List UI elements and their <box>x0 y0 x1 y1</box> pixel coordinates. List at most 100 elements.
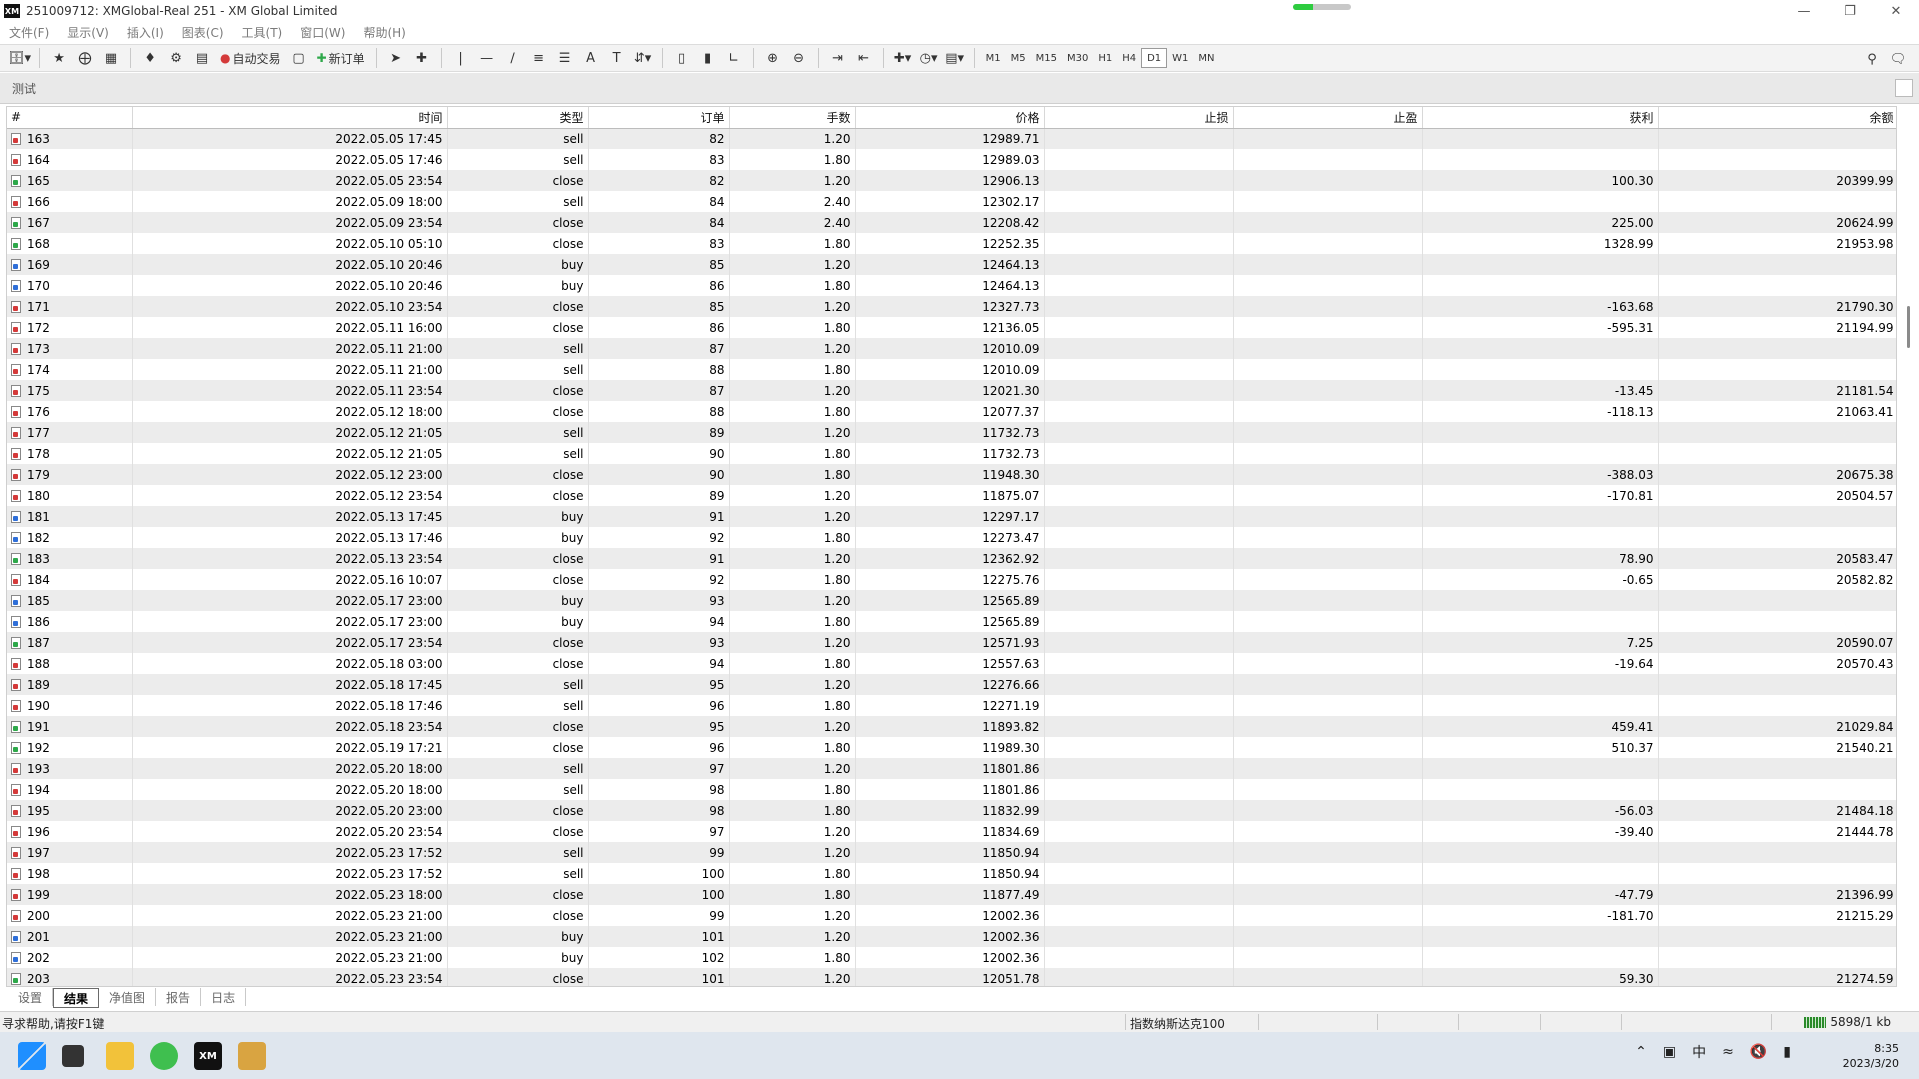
table-row[interactable]: 178 2022.05.12 21:05 sell 90 1.80 11732.73 <box>7 443 1896 464</box>
auto-trading-button[interactable]: ● 自动交易 <box>217 47 284 69</box>
new-order-button[interactable]: ✚ 新订单 <box>314 47 368 69</box>
table-row[interactable]: 203 2022.05.23 23:54 close 101 1.20 12051.78 5… <box>7 968 1896 986</box>
tab-results[interactable]: 结果 <box>53 988 100 1008</box>
strategy-tester-icon[interactable]: ⚙ <box>165 47 187 69</box>
chart-shift-icon[interactable]: ⇤ <box>853 47 875 69</box>
tab-report[interactable]: 报告 <box>156 988 202 1006</box>
vertical-scrollbar[interactable] <box>1907 306 1910 348</box>
bar-chart-icon[interactable]: ▯ <box>671 47 693 69</box>
menu-help[interactable]: 帮助(H) <box>354 24 414 41</box>
table-row[interactable]: 168 2022.05.10 05:10 close 83 1.80 12252.35 13… <box>7 233 1896 254</box>
table-row[interactable]: 183 2022.05.13 23:54 close 91 1.20 12362.92 78… <box>7 548 1896 569</box>
table-row[interactable]: 171 2022.05.10 23:54 close 85 1.20 12327.73 -1… <box>7 296 1896 317</box>
volume-mute-icon[interactable]: 🔇 <box>1750 1044 1767 1060</box>
column-header-price[interactable]: 价格 <box>855 107 1045 129</box>
zoom-in-icon[interactable]: ⊕ <box>762 47 784 69</box>
indicators-icon[interactable]: ✚▾ <box>892 47 914 69</box>
app-icon[interactable] <box>238 1042 266 1070</box>
metaeditor-icon[interactable]: ♦ <box>139 47 161 69</box>
restore-button[interactable]: ❐ <box>1827 0 1873 22</box>
crosshair-nav-icon[interactable]: ⨁ <box>74 47 96 69</box>
table-row[interactable]: 179 2022.05.12 23:00 close 90 1.80 11948.30 -3… <box>7 464 1896 485</box>
table-row[interactable]: 187 2022.05.17 23:54 close 93 1.20 12571.93 7.… <box>7 632 1896 653</box>
clock[interactable]: 8:35 2023/3/20 <box>1843 1041 1899 1071</box>
task-view-icon[interactable] <box>62 1045 84 1067</box>
table-row[interactable]: 197 2022.05.23 17:52 sell 99 1.20 11850.94 <box>7 842 1896 863</box>
table-row[interactable]: 201 2022.05.23 21:00 buy 101 1.20 12002.36 <box>7 926 1896 947</box>
table-row[interactable]: 195 2022.05.20 23:00 close 98 1.80 11832.99 -5… <box>7 800 1896 821</box>
table-row[interactable]: 169 2022.05.10 20:46 buy 85 1.20 12464.13 <box>7 254 1896 275</box>
table-row[interactable]: 200 2022.05.23 21:00 close 99 1.20 12002.36 -1… <box>7 905 1896 926</box>
chat-icon[interactable]: 🗨 <box>1887 48 1909 70</box>
xm-terminal-icon[interactable]: XM <box>194 1042 222 1070</box>
search-icon[interactable]: ⚲ <box>1861 48 1883 70</box>
text-tool-icon[interactable]: A <box>580 47 602 69</box>
table-row[interactable]: 175 2022.05.11 23:54 close 87 1.20 12021.30 -1… <box>7 380 1896 401</box>
chevron-up-icon[interactable]: ⌃ <box>1635 1044 1647 1060</box>
table-row[interactable]: 185 2022.05.17 23:00 buy 93 1.20 12565.89 <box>7 590 1896 611</box>
crosshair-icon[interactable]: ✚ <box>411 47 433 69</box>
signals-icon[interactable]: ▤ <box>191 47 213 69</box>
timeframe-h4[interactable]: H4 <box>1117 49 1141 67</box>
table-row[interactable]: 189 2022.05.18 17:45 sell 95 1.20 12276.66 <box>7 674 1896 695</box>
security-icon[interactable]: ▣ <box>1663 1044 1676 1060</box>
file-explorer-icon[interactable] <box>106 1042 134 1070</box>
trendline-icon[interactable]: ∕ <box>502 47 524 69</box>
column-header-order[interactable]: 订单 <box>588 107 730 129</box>
market-watch-icon[interactable]: ▢ <box>288 47 310 69</box>
periods-icon[interactable]: ◷▾ <box>918 47 940 69</box>
table-row[interactable]: 165 2022.05.05 23:54 close 82 1.20 12906.13 10… <box>7 170 1896 191</box>
table-row[interactable]: 182 2022.05.13 17:46 buy 92 1.80 12273.47 <box>7 527 1896 548</box>
tab-settings[interactable]: 设置 <box>8 988 54 1006</box>
menu-file[interactable]: 文件(F) <box>0 24 58 41</box>
windows-start-icon[interactable] <box>18 1042 46 1070</box>
wifi-icon[interactable]: ≈ <box>1722 1044 1734 1060</box>
zoom-out-icon[interactable]: ⊖ <box>788 47 810 69</box>
column-header-type[interactable]: 类型 <box>447 107 589 129</box>
column-header-profit[interactable]: 获利 <box>1422 107 1659 129</box>
table-row[interactable]: 188 2022.05.18 03:00 close 94 1.80 12557.63 -1… <box>7 653 1896 674</box>
input-method-icon[interactable]: 中 <box>1692 1042 1706 1062</box>
table-row[interactable]: 202 2022.05.23 21:00 buy 102 1.80 12002.36 <box>7 947 1896 968</box>
channel-icon[interactable]: ≡ <box>528 47 550 69</box>
text-label-icon[interactable]: T <box>606 47 628 69</box>
table-row[interactable]: 190 2022.05.18 17:46 sell 96 1.80 12271.19 <box>7 695 1896 716</box>
table-row[interactable]: 199 2022.05.23 18:00 close 100 1.80 11877.49 -… <box>7 884 1896 905</box>
close-button[interactable]: ✕ <box>1873 0 1919 22</box>
table-row[interactable]: 170 2022.05.10 20:46 buy 86 1.80 12464.13 <box>7 275 1896 296</box>
table-row[interactable]: 184 2022.05.16 10:07 close 92 1.80 12275.76 -0… <box>7 569 1896 590</box>
horizontal-line-icon[interactable]: — <box>476 47 498 69</box>
table-row[interactable]: 176 2022.05.12 18:00 close 88 1.80 12077.37 -1… <box>7 401 1896 422</box>
table-row[interactable]: 181 2022.05.13 17:45 buy 91 1.20 12297.17 <box>7 506 1896 527</box>
table-row[interactable]: 167 2022.05.09 23:54 close 84 2.40 12208.42 22… <box>7 212 1896 233</box>
table-row[interactable]: 192 2022.05.19 17:21 close 96 1.80 11989.30 51… <box>7 737 1896 758</box>
panel-close-button[interactable] <box>1895 79 1913 97</box>
table-row[interactable]: 180 2022.05.12 23:54 close 89 1.20 11875.07 -1… <box>7 485 1896 506</box>
table-row[interactable]: 193 2022.05.20 18:00 sell 97 1.20 11801.86 <box>7 758 1896 779</box>
vertical-line-icon[interactable]: | <box>450 47 472 69</box>
results-table-container[interactable]: # 时间 类型 订单 手数 价格 止损 止盈 获利 余额 163 2022.05.… <box>6 106 1897 987</box>
table-row[interactable]: 186 2022.05.17 23:00 buy 94 1.80 12565.89 <box>7 611 1896 632</box>
timeframe-w1[interactable]: W1 <box>1167 49 1193 67</box>
timeframe-m15[interactable]: M15 <box>1031 49 1062 67</box>
profiles-icon[interactable]: ★ <box>48 47 70 69</box>
timeframe-h1[interactable]: H1 <box>1093 49 1117 67</box>
menu-charts[interactable]: 图表(C) <box>173 24 233 41</box>
candlestick-icon[interactable]: ▮ <box>697 47 719 69</box>
table-row[interactable]: 177 2022.05.12 21:05 sell 89 1.20 11732.73 <box>7 422 1896 443</box>
table-row[interactable]: 163 2022.05.05 17:45 sell 82 1.20 12989.71 <box>7 128 1896 149</box>
column-header-number[interactable]: # <box>7 107 133 129</box>
table-row[interactable]: 191 2022.05.18 23:54 close 95 1.20 11893.82 45… <box>7 716 1896 737</box>
column-header-stop-loss[interactable]: 止损 <box>1044 107 1234 129</box>
table-row[interactable]: 164 2022.05.05 17:46 sell 83 1.80 12989.03 <box>7 149 1896 170</box>
column-header-lots[interactable]: 手数 <box>729 107 856 129</box>
table-row[interactable]: 174 2022.05.11 21:00 sell 88 1.80 12010.09 <box>7 359 1896 380</box>
data-window-icon[interactable]: ▦ <box>100 47 122 69</box>
timeframe-m30[interactable]: M30 <box>1062 49 1093 67</box>
line-chart-icon[interactable]: ∟ <box>723 47 745 69</box>
table-row[interactable]: 172 2022.05.11 16:00 close 86 1.80 12136.05 -5… <box>7 317 1896 338</box>
timeframe-d1[interactable]: D1 <box>1141 48 1168 68</box>
cursor-icon[interactable]: ➤ <box>385 47 407 69</box>
table-row[interactable]: 166 2022.05.09 18:00 sell 84 2.40 12302.17 <box>7 191 1896 212</box>
timeframe-m5[interactable]: M5 <box>1006 49 1031 67</box>
